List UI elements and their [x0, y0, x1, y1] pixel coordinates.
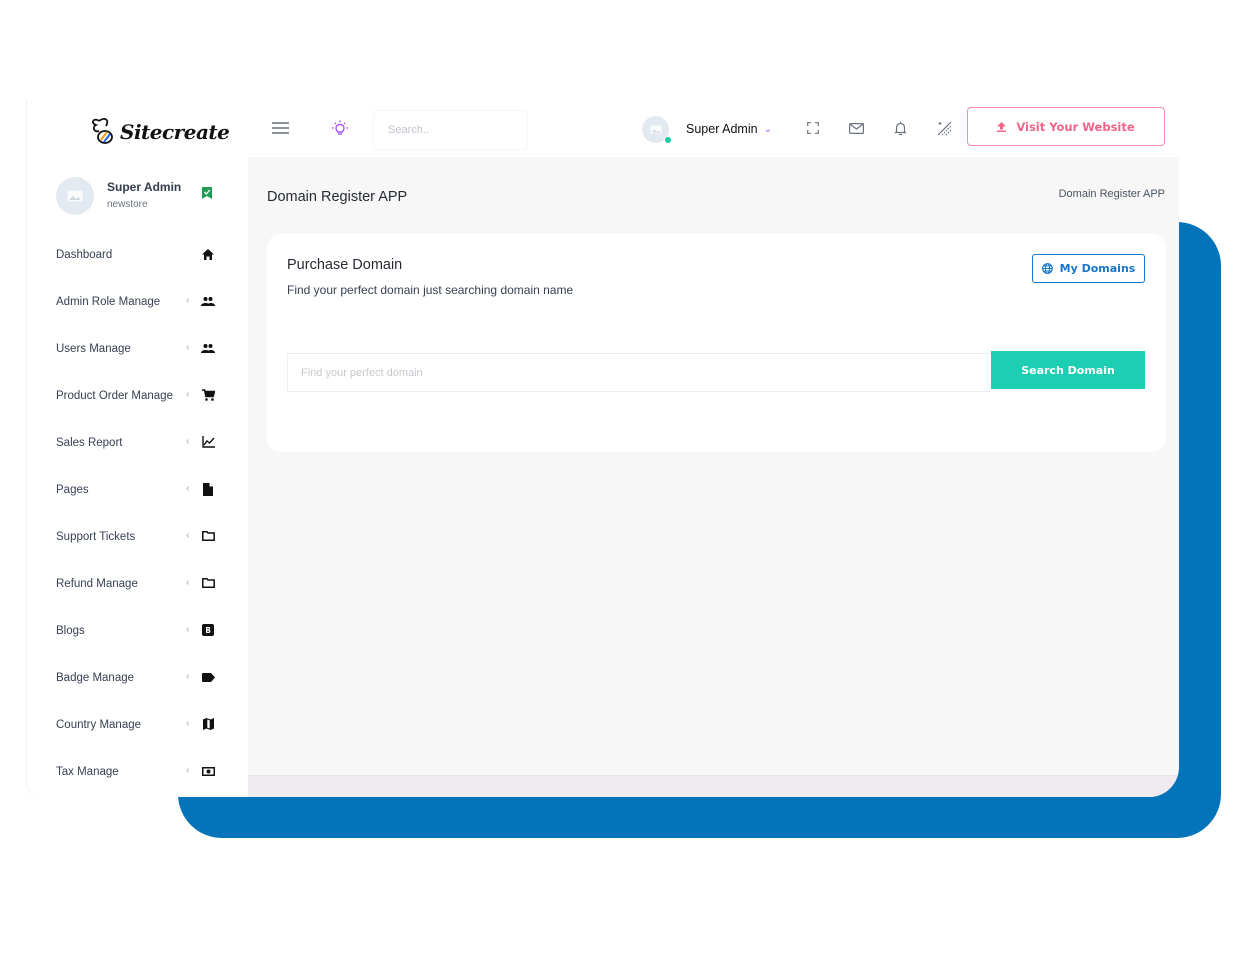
main-footer — [248, 775, 1179, 797]
sidebar-item-users-manage[interactable]: Users Manage ‹ — [56, 325, 226, 372]
sidebar-item-country-manage[interactable]: Country Manage ‹ — [56, 701, 226, 748]
online-status-dot — [665, 136, 671, 143]
sidebar-item-label: Product Order Manage — [56, 389, 173, 402]
magic-wand-icon[interactable] — [935, 119, 953, 137]
search-input[interactable] — [373, 110, 528, 150]
chevron-down-icon: ⌄ — [763, 123, 772, 135]
sidebar-item-pages[interactable]: Pages ‹ — [56, 466, 226, 513]
sidebar-item-product-order-manage[interactable]: Product Order Manage ‹ — [56, 372, 226, 419]
sidebar-item-dashboard[interactable]: Dashboard — [56, 231, 226, 278]
chevron-left-icon: ‹ — [186, 389, 190, 400]
sidebar-item-label: Admin Role Manage — [56, 295, 161, 308]
hamburger-line — [272, 132, 289, 134]
people-icon — [201, 294, 215, 308]
label-icon — [201, 670, 215, 684]
sidebar-item-label: Country Manage — [56, 718, 142, 731]
user-menu[interactable]: Super Admin ⌄ — [642, 115, 772, 143]
profile-store: newstore — [107, 199, 148, 210]
lightbulb-icon[interactable] — [331, 120, 349, 143]
sidebar-item-sales-report[interactable]: Sales Report ‹ — [56, 419, 226, 466]
sidebar-profile[interactable]: Super Admin newstore — [56, 177, 226, 217]
avatar — [56, 177, 94, 215]
card-title: Purchase Domain — [287, 257, 403, 273]
user-name: Super Admin — [686, 122, 758, 136]
domain-search-input[interactable] — [287, 353, 991, 392]
chevron-left-icon: ‹ — [186, 295, 190, 306]
chevron-left-icon: ‹ — [186, 483, 190, 494]
sidebar-item-support-tickets[interactable]: Support Tickets ‹ — [56, 513, 226, 560]
hamburger-line — [272, 127, 289, 129]
mail-icon[interactable] — [847, 119, 865, 137]
folder-icon — [201, 529, 215, 543]
bell-icon[interactable] — [891, 119, 909, 137]
chevron-left-icon: ‹ — [186, 624, 190, 635]
file-icon — [201, 482, 215, 496]
cart-icon — [201, 388, 215, 402]
sidebar-item-refund-manage[interactable]: Refund Manage ‹ — [56, 560, 226, 607]
fullscreen-icon[interactable] — [804, 119, 822, 137]
visit-website-button[interactable]: Visit Your Website — [967, 107, 1165, 146]
brand-logo[interactable]: Sitecreate — [90, 115, 230, 149]
chevron-left-icon: ‹ — [186, 765, 190, 776]
chevron-left-icon: ‹ — [186, 718, 190, 729]
upload-icon — [997, 121, 1007, 132]
search-domain-button[interactable]: Search Domain — [991, 351, 1145, 389]
bee-logo-icon — [92, 118, 113, 144]
sidebar-item-label: Badge Manage — [56, 671, 135, 684]
line-chart-icon — [201, 435, 215, 449]
user-avatar — [642, 115, 671, 143]
sidebar-item-label: Refund Manage — [56, 577, 138, 590]
sidebar-nav: Dashboard Admin Role Manage ‹ Users Mana… — [56, 231, 226, 795]
sidebar-item-tax-manage[interactable]: Tax Manage ‹ — [56, 748, 226, 795]
card-subtitle: Find your perfect domain just searching … — [287, 283, 574, 297]
my-domains-label: My Domains — [1059, 262, 1136, 275]
chevron-left-icon: ‹ — [186, 671, 190, 682]
folder-icon — [201, 576, 215, 590]
globe-icon — [1041, 263, 1053, 274]
brand-name: Sitecreate — [120, 120, 230, 144]
sidebar-item-admin-role-manage[interactable]: Admin Role Manage ‹ — [56, 278, 226, 325]
sidebar-item-blogs[interactable]: Blogs ‹ — [56, 607, 226, 654]
purchase-domain-card: Purchase Domain Find your perfect domain… — [267, 234, 1166, 452]
verified-bookmark-icon — [202, 187, 212, 199]
menu-toggle-button[interactable] — [272, 122, 289, 136]
sidebar-item-label: Pages — [56, 483, 89, 496]
chevron-left-icon: ‹ — [186, 577, 190, 588]
visit-website-label: Visit Your Website — [1016, 119, 1135, 134]
main-content: Domain Register APP Domain Register APP … — [248, 157, 1179, 797]
chevron-left-icon: ‹ — [186, 436, 190, 447]
money-icon — [201, 764, 215, 778]
top-header: Super Admin ⌄ Visit Your Website — [248, 100, 1179, 157]
sidebar-item-label: Users Manage — [56, 342, 131, 355]
profile-name: Super Admin — [107, 180, 182, 194]
chevron-left-icon: ‹ — [186, 342, 190, 353]
breadcrumb[interactable]: Domain Register APP — [1059, 188, 1165, 200]
sidebar-item-label: Dashboard — [56, 248, 113, 261]
chevron-left-icon: ‹ — [186, 530, 190, 541]
people-icon — [201, 341, 215, 355]
sidebar-item-badge-manage[interactable]: Badge Manage ‹ — [56, 654, 226, 701]
sidebar-item-label: Tax Manage — [56, 765, 119, 778]
image-placeholder-icon — [67, 190, 83, 202]
image-placeholder-icon — [650, 125, 661, 133]
hamburger-line — [272, 122, 289, 124]
sidebar-item-label: Sales Report — [56, 436, 123, 449]
home-icon — [201, 247, 215, 261]
map-icon — [201, 717, 215, 731]
blogger-icon — [201, 623, 215, 637]
page-title: Domain Register APP — [267, 189, 408, 205]
sidebar-item-label: Blogs — [56, 624, 85, 637]
sidebar-item-label: Support Tickets — [56, 530, 136, 543]
my-domains-button[interactable]: My Domains — [1032, 254, 1145, 283]
